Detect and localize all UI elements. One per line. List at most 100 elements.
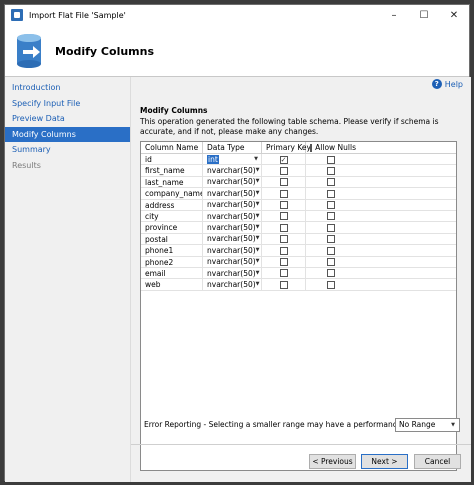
chevron-down-icon: ▼ [255,246,260,253]
chevron-down-icon: ▼ [255,224,260,231]
primary-key-checkbox[interactable] [279,178,288,187]
sidebar-item-modify-columns[interactable]: Modify Columns [5,126,130,142]
primary-key-cell [262,176,306,188]
primary-key-cell [262,165,306,176]
sidebar-item-results: Results [12,160,41,170]
column-name-cell[interactable]: email [141,267,203,279]
column-name-cell[interactable]: id [141,154,203,165]
primary-key-checkbox[interactable] [279,269,288,278]
data-type-select[interactable]: nvarchar(50) ▼ [203,210,262,222]
primary-key-checkbox[interactable] [279,166,288,175]
allow-nulls-checkbox[interactable] [327,280,335,289]
section-description: This operation generated the following t… [140,117,439,136]
column-name-cell[interactable]: first_name [141,165,203,176]
allow-nulls-checkbox[interactable] [327,235,335,244]
data-type-select[interactable]: nvarchar(50) ▼ [203,256,262,267]
primary-key-checkbox[interactable] [279,189,288,198]
next-button[interactable]: Next > [361,454,408,469]
column-name-cell[interactable]: city [141,210,203,222]
table-row: email nvarchar(50) ▼ [141,267,456,280]
data-type-select[interactable]: nvarchar(50) ▼ [203,245,262,256]
allow-nulls-checkbox[interactable] [327,201,335,210]
allow-nulls-cell [306,257,356,267]
allow-nulls-cell [306,177,356,187]
allow-nulls-cell [306,211,356,221]
data-type-select[interactable]: nvarchar(50) ▼ [203,176,262,188]
chevron-down-icon: ▼ [255,235,260,242]
allow-nulls-checkbox[interactable] [327,258,335,267]
sidebar-item-preview-data[interactable]: Preview Data [5,111,130,127]
primary-key-checkbox[interactable]: ✓ [279,155,288,164]
chevron-down-icon: ▼ [255,178,260,185]
data-type-value: nvarchar(50) [207,188,256,198]
sidebar-item-introduction[interactable]: Introduction [5,80,130,96]
primary-key-cell [262,256,306,267]
primary-key-checkbox[interactable] [279,201,288,210]
primary-key-checkbox[interactable] [279,223,288,232]
sidebar-item-specify-input-file[interactable]: Specify Input File [5,96,130,112]
previous-button[interactable]: < Previous [309,454,356,469]
data-type-select[interactable]: nvarchar(50) ▼ [203,279,262,290]
close-icon[interactable]: ✕ [439,5,469,25]
primary-key-cell: ✓ [262,154,306,165]
primary-key-cell [262,233,306,245]
help-link[interactable]: ? Help [431,79,463,89]
allow-nulls-cell [306,200,356,210]
allow-nulls-checkbox[interactable] [327,212,335,221]
content-pane: ? Help Modify Columns This operation gen… [131,77,471,482]
table-row: province nvarchar(50) ▼ [141,222,456,234]
section-title: Modify Columns [140,106,208,115]
allow-nulls-checkbox[interactable] [327,223,335,232]
table-row: first_name nvarchar(50) ▼ [141,165,456,177]
data-type-select[interactable]: nvarchar(50) ▼ [203,267,262,279]
data-type-select[interactable]: int ▼ [203,154,262,165]
data-type-value: int [207,154,219,164]
allow-nulls-checkbox[interactable] [327,178,335,187]
maximize-icon[interactable]: ☐ [409,5,439,25]
window-controls: – ☐ ✕ [379,5,469,25]
data-type-value: nvarchar(50) [207,177,256,187]
chevron-down-icon: ▼ [255,281,260,287]
table-row: phone1 nvarchar(50) ▼ [141,245,456,257]
data-type-select[interactable]: nvarchar(50) ▼ [203,165,262,176]
sidebar-item-summary[interactable]: Summary [5,142,130,158]
allow-nulls-checkbox[interactable] [327,246,335,255]
primary-key-checkbox[interactable] [279,235,288,244]
column-name-header: Column Name [141,142,203,153]
help-label: Help [444,79,463,89]
primary-key-cell [262,210,306,222]
allow-nulls-all-checkbox[interactable] [310,143,313,152]
allow-nulls-header-label: Allow Nulls [315,142,356,152]
allow-nulls-checkbox[interactable] [327,269,335,278]
allow-nulls-cell [306,234,356,244]
table-row: phone2 nvarchar(50) ▼ [141,256,456,268]
column-name-cell[interactable]: province [141,222,203,233]
allow-nulls-checkbox[interactable] [327,166,335,175]
column-name-cell[interactable]: last_name [141,176,203,188]
column-name-cell[interactable]: phone2 [141,256,203,267]
data-type-select[interactable]: nvarchar(50) ▼ [203,233,262,245]
column-name-cell[interactable]: web [141,279,203,290]
primary-key-cell [262,199,306,210]
data-type-select[interactable]: nvarchar(50) ▼ [203,188,262,199]
chevron-down-icon: ▼ [254,155,258,162]
cancel-button[interactable]: Cancel [414,454,461,469]
primary-key-checkbox[interactable] [279,212,288,221]
column-name-cell[interactable]: company_name [141,188,203,199]
column-name-cell[interactable]: postal [141,233,203,245]
data-type-select[interactable]: nvarchar(50) ▼ [203,222,262,233]
chevron-down-icon: ▼ [255,189,260,196]
title-bar: Import Flat File 'Sample' – ☐ ✕ [5,5,469,25]
data-type-select[interactable]: nvarchar(50) ▼ [203,199,262,210]
primary-key-checkbox[interactable] [279,246,288,255]
primary-key-checkbox[interactable] [279,280,288,289]
allow-nulls-checkbox[interactable] [327,189,335,198]
allow-nulls-cell [306,268,356,278]
column-name-cell[interactable]: phone1 [141,245,203,256]
primary-key-checkbox[interactable] [279,258,288,267]
grid-header-row: Column Name Data Type Primary Key Allow … [141,142,456,154]
allow-nulls-checkbox[interactable] [327,155,335,164]
error-reporting-select[interactable]: No Range ▼ [395,418,460,432]
column-name-cell[interactable]: address [141,199,203,210]
minimize-icon[interactable]: – [379,5,409,25]
